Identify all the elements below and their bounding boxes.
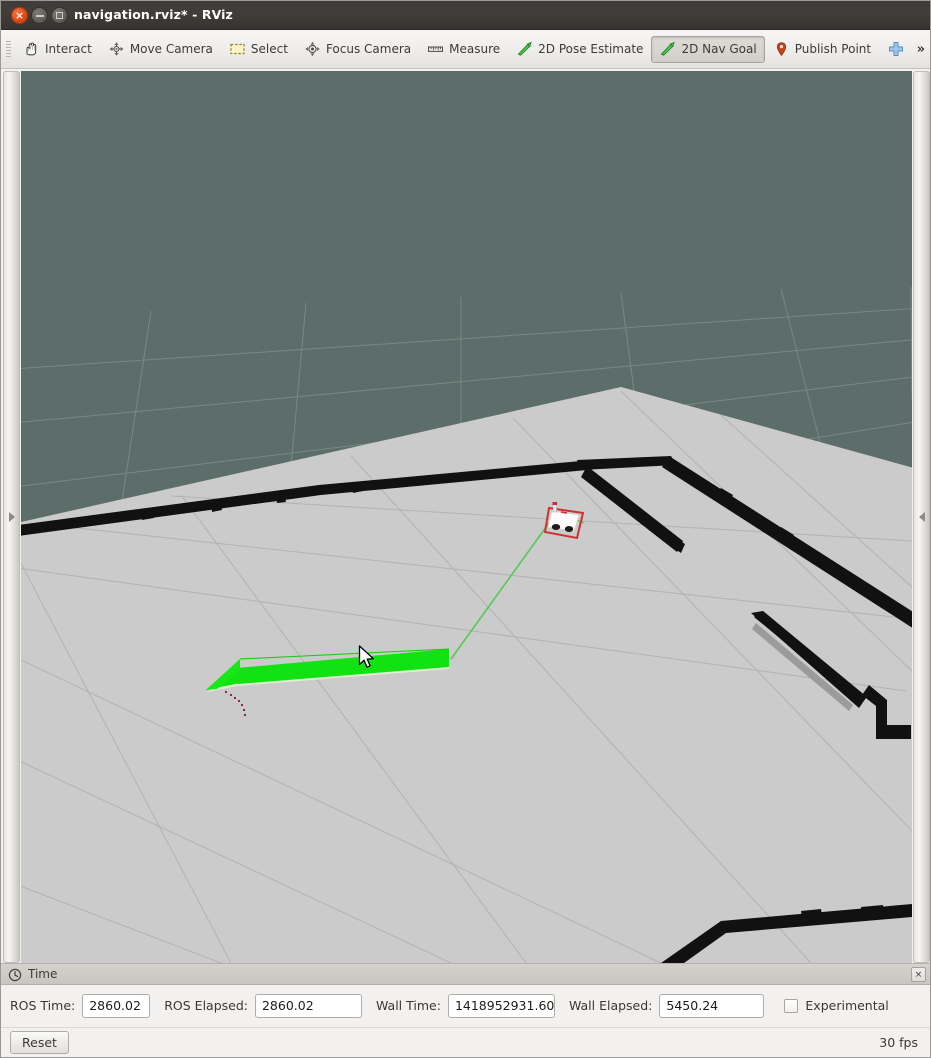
maximize-window-button[interactable] (51, 7, 68, 24)
tool-2d-nav-goal[interactable]: 2D Nav Goal (651, 35, 765, 63)
central-area (1, 69, 930, 965)
close-window-button[interactable]: × (11, 7, 28, 24)
wall-elapsed-field[interactable]: 5450.24 (659, 993, 765, 1018)
title-bar: × navigation.rviz* - RViz (1, 1, 930, 30)
tool-bar: Interact Move Camera Select Focus Camera… (1, 30, 930, 69)
reset-button[interactable]: Reset (10, 1031, 69, 1054)
robot-wheel-right (564, 526, 574, 532)
tool-publish-point[interactable]: Publish Point (765, 36, 879, 63)
select-rect-icon (229, 41, 246, 57)
tool-publish-point-label: Publish Point (794, 42, 872, 56)
experimental-label: Experimental (805, 998, 889, 1013)
move-camera-icon (108, 41, 125, 57)
nav-goal-arrow-icon (659, 41, 676, 57)
experimental-checkbox[interactable] (784, 998, 799, 1013)
hand-icon (23, 41, 40, 57)
time-panel-header: Time × (1, 963, 930, 985)
minimize-window-button[interactable] (31, 7, 48, 24)
tool-measure[interactable]: Measure (419, 36, 508, 63)
time-panel-title: Time (28, 967, 58, 981)
clock-icon (8, 967, 22, 982)
time-panel: Time × ROS Time: 2860.02 ROS Elapsed: 28… (1, 963, 930, 1027)
ruler-icon (427, 41, 444, 57)
tool-select[interactable]: Select (221, 36, 296, 63)
tool-focus-camera-label: Focus Camera (325, 42, 412, 56)
left-dock-expand-handle[interactable] (3, 71, 20, 963)
robot-accent (560, 511, 568, 514)
window-controls: × (11, 7, 68, 24)
map-pin-icon (773, 41, 790, 57)
ros-time-label: ROS Time: (10, 998, 76, 1013)
chevron-right-icon (8, 512, 15, 522)
tool-2d-pose-estimate[interactable]: 2D Pose Estimate (508, 36, 651, 63)
robot-sensor-post (552, 503, 557, 513)
focus-camera-icon (304, 41, 321, 57)
tool-focus-camera[interactable]: Focus Camera (296, 36, 419, 63)
scene-3d (21, 71, 912, 963)
ros-time-field[interactable]: 2860.02 (82, 993, 151, 1018)
render-viewport-3d[interactable] (21, 71, 912, 963)
ros-elapsed-label: ROS Elapsed: (164, 998, 248, 1013)
wall-time-field[interactable]: 1418952931.60 (447, 993, 555, 1018)
plus-icon (887, 40, 905, 58)
tool-measure-label: Measure (449, 42, 501, 56)
time-panel-close-button[interactable]: × (911, 967, 926, 982)
tool-2d-pose-estimate-label: 2D Pose Estimate (538, 42, 644, 56)
status-bar: Reset 30 fps (1, 1027, 930, 1057)
robot-wheel-left (551, 524, 561, 530)
experimental-checkbox-group[interactable]: Experimental (784, 998, 889, 1013)
rviz-window: × navigation.rviz* - RViz Interact Move … (0, 0, 931, 1058)
wall-time-label: Wall Time: (375, 998, 441, 1013)
toolbar-overflow-button[interactable]: » (917, 42, 925, 57)
tool-select-label: Select (250, 42, 288, 56)
time-panel-row: ROS Time: 2860.02 ROS Elapsed: 2860.02 W… (1, 985, 930, 1026)
tool-move-camera[interactable]: Move Camera (100, 36, 221, 63)
ros-elapsed-field[interactable]: 2860.02 (254, 993, 362, 1018)
wall-elapsed-label: Wall Elapsed: (568, 998, 653, 1013)
toolbar-drag-handle[interactable] (5, 38, 12, 60)
fps-indicator: 30 fps (879, 1035, 918, 1050)
tool-move-camera-label: Move Camera (129, 42, 213, 56)
tool-2d-nav-goal-label: 2D Nav Goal (681, 42, 757, 56)
tool-interact-label: Interact (45, 42, 92, 56)
right-dock-expand-handle[interactable] (913, 71, 930, 963)
pose-arrow-icon (516, 41, 533, 57)
window-title: navigation.rviz* - RViz (74, 7, 233, 22)
robot-sensor-top (552, 502, 558, 505)
add-tool-button[interactable] (879, 36, 913, 63)
chevron-left-icon (918, 512, 925, 522)
tool-interact[interactable]: Interact (15, 36, 100, 63)
